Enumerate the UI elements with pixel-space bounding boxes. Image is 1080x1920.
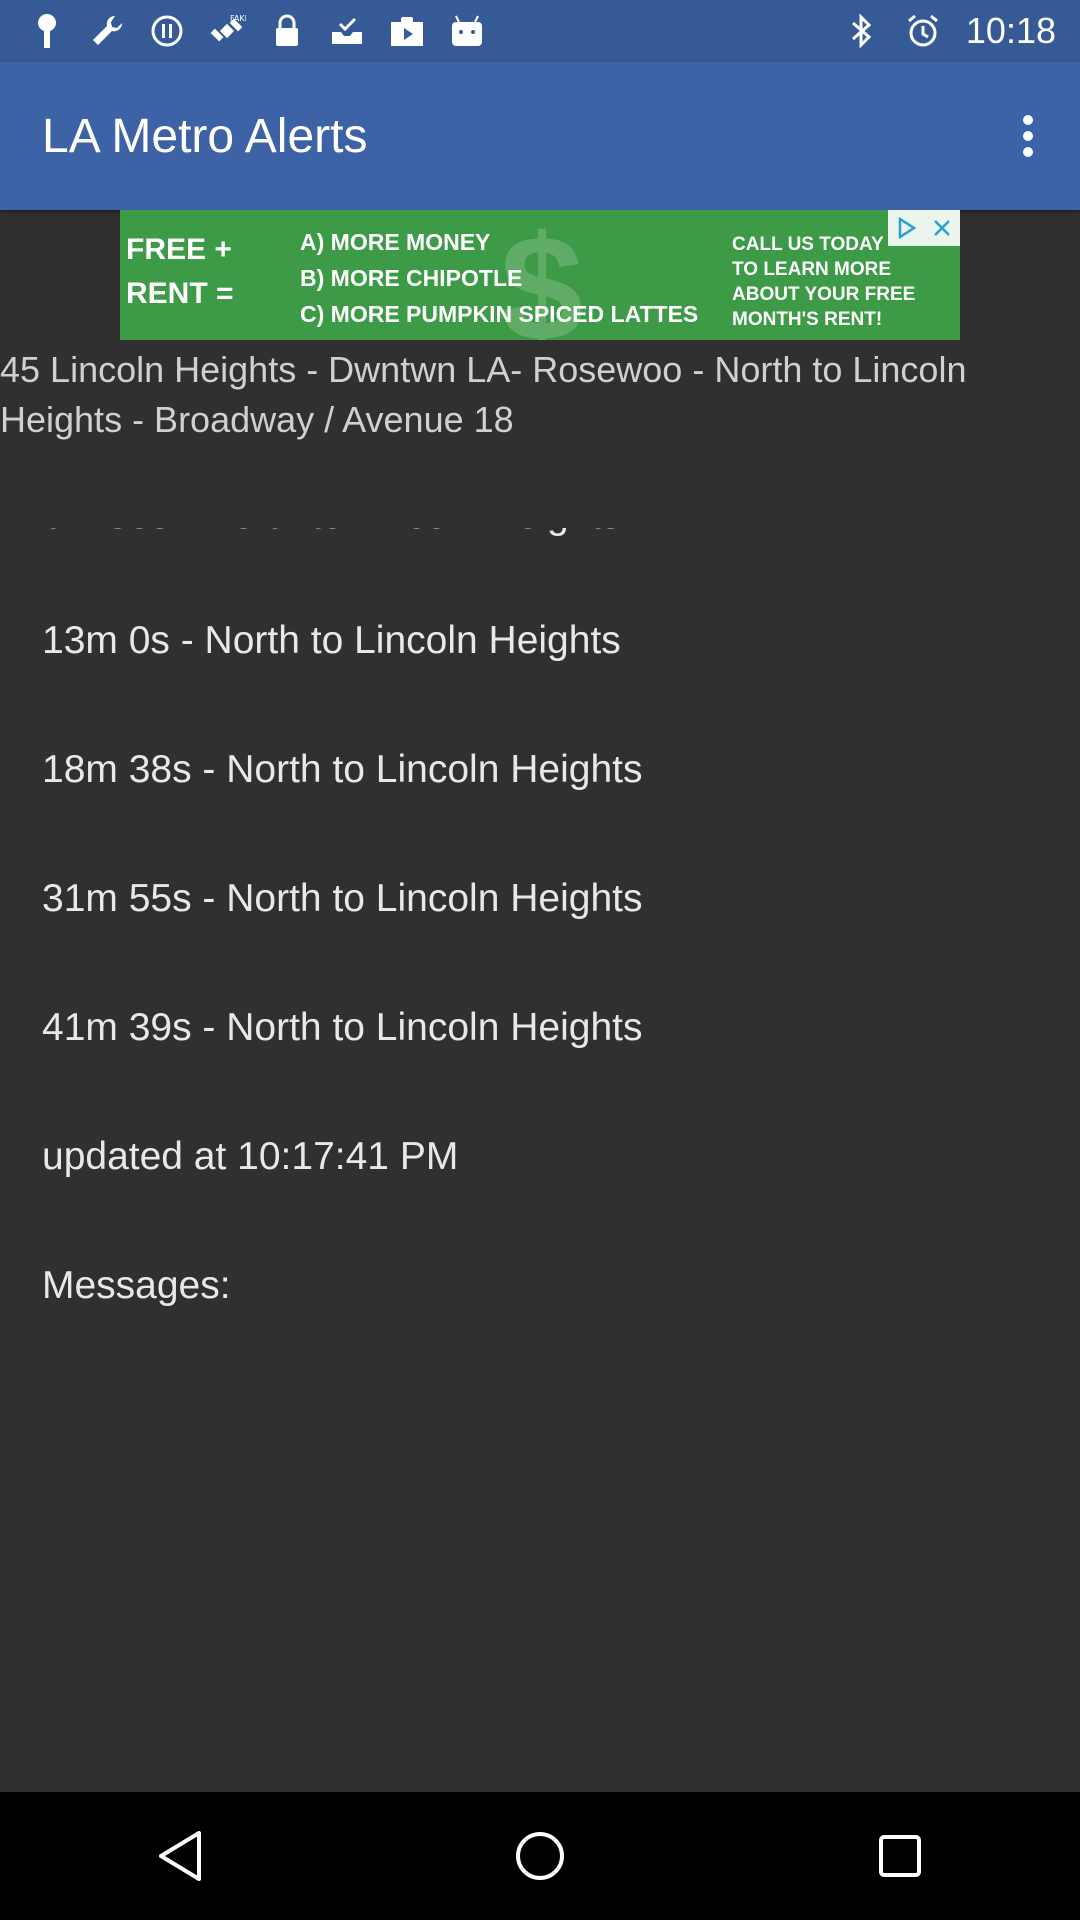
home-button[interactable] <box>500 1816 580 1896</box>
bluetooth-icon <box>842 12 880 50</box>
app-title: LA Metro Alerts <box>42 109 368 163</box>
arrival-item: 6m 55s - North to Lincoln Heights <box>42 528 621 538</box>
recents-square-icon <box>879 1835 921 1877</box>
app-bar: LA Metro Alerts <box>0 62 1080 210</box>
fake-gps-satellite-icon: FAKE <box>208 12 246 50</box>
messages-label: Messages: <box>42 1264 231 1307</box>
recents-button[interactable] <box>860 1816 940 1896</box>
ad-call-to-action: CALL US TODAY TO LEARN MORE ABOUT YOUR F… <box>732 234 916 330</box>
updated-timestamp: updated at 10:17:41 PM <box>42 1135 459 1178</box>
ad-controls <box>888 210 960 246</box>
route-title: 45 Lincoln Heights - Dwntwn LA- Rosewoo … <box>0 349 967 440</box>
alarm-icon <box>904 12 942 50</box>
lock-icon <box>268 12 306 50</box>
ad-options: A) MORE MONEY B) MORE CHIPOTLE C) MORE P… <box>300 229 699 327</box>
wrench-icon <box>88 12 126 50</box>
ad-close-icon[interactable] <box>924 210 960 246</box>
android-bag-icon <box>448 12 486 50</box>
adchoices-icon[interactable] <box>888 210 924 246</box>
status-bar-notification-icons: FAKE <box>28 12 486 50</box>
back-triangle-icon <box>159 1831 201 1881</box>
svg-text:FAKE: FAKE <box>230 14 246 23</box>
arrival-item: 31m 55s - North to Lincoln Heights <box>42 877 643 920</box>
stop-circle-icon <box>148 12 186 50</box>
arrival-item: 13m 0s - North to Lincoln Heights <box>42 619 621 662</box>
more-vert-icon <box>1023 115 1033 157</box>
arrival-item: 18m 38s - North to Lincoln Heights <box>42 748 643 791</box>
map-pin-icon <box>28 12 66 50</box>
ad-banner[interactable]: $ FREE + RENT = A) MORE MONEY B) MORE CH… <box>120 210 960 340</box>
overflow-menu-button[interactable] <box>1000 108 1056 164</box>
status-bar: FAKE 10:18 <box>0 0 1080 62</box>
back-button[interactable] <box>140 1816 220 1896</box>
play-bag-icon <box>388 12 426 50</box>
status-bar-system-icons: 10:18 <box>842 10 1056 52</box>
navigation-bar <box>0 1792 1080 1920</box>
home-circle-icon <box>516 1832 564 1880</box>
arrival-item: 41m 39s - North to Lincoln Heights <box>42 1006 643 1049</box>
inbox-check-icon <box>328 12 366 50</box>
ad-headline: FREE + RENT = <box>126 233 234 310</box>
status-time: 10:18 <box>965 10 1056 51</box>
arrivals-list[interactable]: 6m 55s - North to Lincoln Heights 13m 0s… <box>0 528 1080 1790</box>
